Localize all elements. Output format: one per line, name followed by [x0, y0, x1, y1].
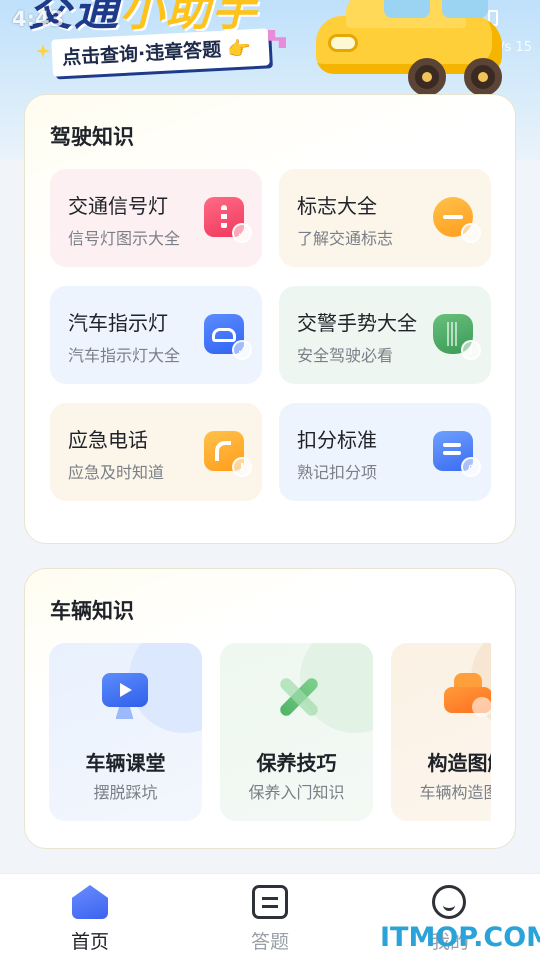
- tile-structure-diagram[interactable]: 构造图解 车辆构造图解: [391, 643, 491, 821]
- status-bar-time: 4:43: [12, 7, 65, 31]
- home-icon: [72, 885, 108, 919]
- tile-title: 扣分标准: [297, 428, 377, 452]
- tile-subtitle: 了解交通标志: [297, 229, 394, 248]
- tile-title: 交警手势大全: [297, 311, 417, 335]
- tile-subtitle: 安全驾驶必看: [297, 346, 394, 365]
- tile-subtitle: 熟记扣分项: [297, 463, 378, 482]
- phone-icon: !: [204, 431, 252, 477]
- tile-traffic-light[interactable]: 交通信号灯 信号灯图示大全 ✓: [50, 169, 262, 267]
- car-structure-icon: [440, 667, 491, 723]
- profile-face-icon: [432, 885, 466, 919]
- tile-penalty-points[interactable]: 扣分标准 熟记扣分项 ⌕: [279, 403, 491, 501]
- tile-subtitle: 汽车指示灯大全: [68, 346, 181, 365]
- tile-signs[interactable]: 标志大全 了解交通标志 ✓: [279, 169, 491, 267]
- tile-subtitle: 信号灯图示大全: [68, 229, 181, 248]
- cartoon-car-illustration: [316, 0, 502, 96]
- tab-home[interactable]: 首页: [0, 874, 180, 960]
- tile-title: 构造图解: [427, 751, 492, 775]
- wrench-tools-icon: [269, 667, 325, 723]
- document-search-icon: ⌕: [433, 431, 481, 477]
- traffic-light-icon: ✓: [204, 197, 252, 243]
- tile-emergency-call[interactable]: 应急电话 应急及时知道 !: [50, 403, 262, 501]
- tab-label: 首页: [70, 931, 109, 953]
- tab-label: 答题: [250, 931, 289, 953]
- tile-title: 标志大全: [297, 194, 377, 218]
- tile-subtitle: 车辆构造图解: [419, 783, 491, 802]
- tile-subtitle: 保养入门知识: [248, 783, 345, 802]
- tile-title: 保养技巧: [256, 751, 337, 775]
- section-title: 驾驶知识: [50, 125, 134, 149]
- section-title: 车辆知识: [50, 599, 134, 623]
- watermark: ITMOP.COM: [380, 922, 540, 953]
- pointing-hand-icon: 👉: [226, 37, 252, 61]
- tile-vehicle-class[interactable]: 车辆课堂 摆脱踩坑: [49, 643, 202, 821]
- sparkle-icon: [36, 44, 50, 58]
- quiz-document-icon: [252, 885, 288, 919]
- video-class-icon: [98, 667, 154, 723]
- tile-title: 车辆课堂: [85, 751, 166, 775]
- pixel-decoration-icon: [268, 30, 286, 48]
- tile-car-indicators[interactable]: 汽车指示灯 汽车指示灯大全 ✓: [50, 286, 262, 384]
- tab-quiz[interactable]: 答题: [180, 874, 360, 960]
- tile-title: 汽车指示灯: [68, 311, 168, 335]
- tile-subtitle: 应急及时知道: [68, 463, 165, 482]
- tile-title: 交通信号灯: [68, 194, 168, 218]
- no-entry-sign-icon: ✓: [433, 197, 481, 243]
- driving-knowledge-card: 驾驶知识 交通信号灯 信号灯图示大全 ✓ 标志大全 了解交通标志 ✓ 汽车指示灯…: [24, 94, 516, 544]
- tile-maintenance-tips[interactable]: 保养技巧 保养入门知识: [220, 643, 373, 821]
- tile-police-gestures[interactable]: 交警手势大全 安全驾驶必看 !: [279, 286, 491, 384]
- tile-title: 应急电话: [68, 428, 148, 452]
- vehicle-knowledge-carousel[interactable]: 车辆课堂 摆脱踩坑 保养技巧 保养入门知识 构造图解 车辆构造图解: [49, 643, 491, 821]
- tile-subtitle: 摆脱踩坑: [93, 783, 158, 802]
- car-indicator-icon: ✓: [204, 314, 252, 360]
- hand-gesture-icon: !: [433, 314, 481, 360]
